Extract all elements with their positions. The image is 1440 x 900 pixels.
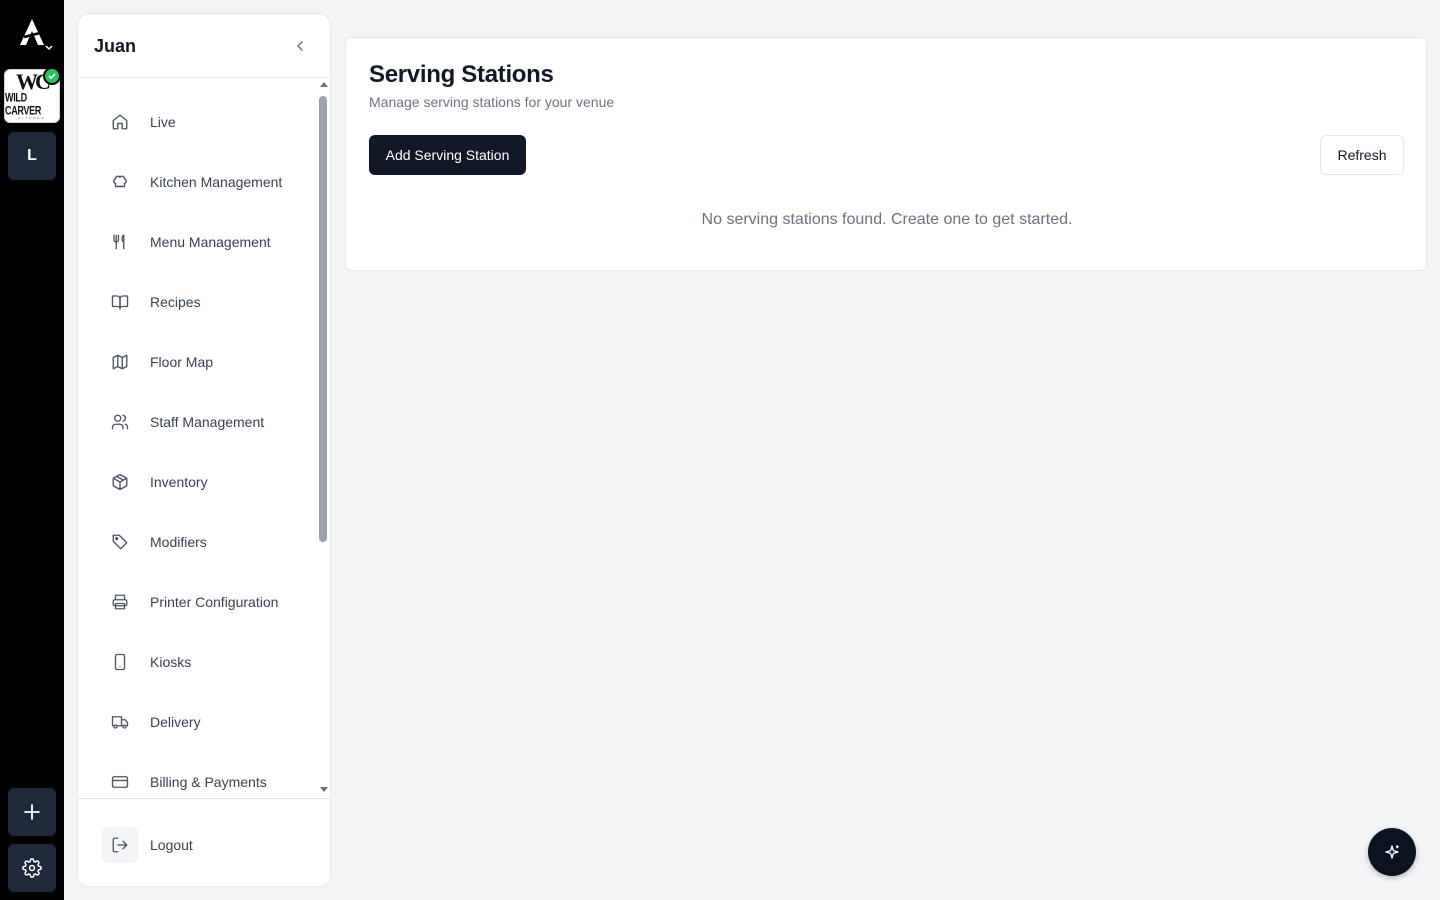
book-open-icon bbox=[102, 284, 138, 320]
refresh-button[interactable]: Refresh bbox=[1320, 135, 1404, 175]
empty-state-message: No serving stations found. Create one to… bbox=[701, 211, 1073, 228]
printer-icon bbox=[102, 584, 138, 620]
venue-switcher-l[interactable]: L bbox=[8, 132, 56, 180]
sidebar-item-label: Billing & Payments bbox=[150, 774, 267, 790]
sidebar-item-recipes[interactable]: Recipes bbox=[102, 280, 314, 324]
chevron-left-icon bbox=[296, 41, 303, 51]
home-icon bbox=[102, 104, 138, 140]
sidebar-item-label: Delivery bbox=[150, 714, 201, 730]
sidebar-item-label: Floor Map bbox=[150, 354, 214, 370]
venue-name: WILD CARVER bbox=[5, 91, 42, 117]
map-icon bbox=[102, 344, 138, 380]
logout-button[interactable]: Logout bbox=[102, 827, 302, 863]
serving-stations-card: Serving Stations Manage serving stations… bbox=[345, 37, 1427, 271]
sidebar-item-label: Menu Management bbox=[150, 234, 271, 250]
tablet-icon bbox=[102, 644, 138, 680]
sidebar-title: Juan bbox=[94, 36, 137, 56]
scroll-down-arrow-icon[interactable] bbox=[320, 787, 328, 792]
ai-assistant-button[interactable] bbox=[1368, 828, 1416, 876]
sidebar-item-delivery[interactable]: Delivery bbox=[102, 700, 314, 744]
plus-icon bbox=[24, 804, 40, 820]
scrollbar-thumb[interactable] bbox=[319, 96, 327, 542]
app-logo[interactable] bbox=[12, 12, 53, 52]
sidebar-item-label: Kitchen Management bbox=[150, 174, 283, 190]
sidebar: Juan Live Kitchen Management Menu Manage… bbox=[77, 13, 331, 887]
sidebar-header: Juan bbox=[78, 14, 330, 78]
sidebar-item-floor-map[interactable]: Floor Map bbox=[102, 340, 314, 384]
logout-label: Logout bbox=[150, 837, 193, 853]
sidebar-scrollbar[interactable] bbox=[316, 78, 330, 798]
gear-icon bbox=[22, 858, 42, 878]
add-venue-button[interactable] bbox=[8, 788, 56, 836]
sparkles-icon bbox=[1385, 845, 1399, 859]
utensils-icon bbox=[102, 224, 138, 260]
sidebar-item-label: Inventory bbox=[150, 474, 208, 490]
sidebar-item-label: Modifiers bbox=[150, 534, 207, 550]
sidebar-footer: Logout bbox=[78, 798, 330, 886]
page-subtitle: Manage serving stations for your venue bbox=[369, 94, 615, 110]
sidebar-item-label: Live bbox=[150, 114, 176, 130]
sidebar-item-staff-management[interactable]: Staff Management bbox=[102, 400, 314, 444]
sidebar-item-label: Recipes bbox=[150, 294, 201, 310]
tag-icon bbox=[102, 524, 138, 560]
brand-a-icon bbox=[20, 19, 44, 45]
check-icon bbox=[43, 67, 61, 85]
credit-card-icon bbox=[102, 764, 138, 798]
settings-button[interactable] bbox=[8, 844, 56, 892]
sidebar-item-label: Printer Configuration bbox=[150, 594, 279, 610]
sidebar-item-modifiers[interactable]: Modifiers bbox=[102, 520, 314, 564]
sidebar-item-label: Kiosks bbox=[150, 654, 192, 670]
sidebar-item-printer-configuration[interactable]: Printer Configuration bbox=[102, 580, 314, 624]
users-icon bbox=[102, 404, 138, 440]
add-serving-station-button[interactable]: Add Serving Station bbox=[369, 135, 526, 175]
sidebar-nav: Live Kitchen Management Menu Management … bbox=[78, 78, 330, 798]
sidebar-item-live[interactable]: Live bbox=[102, 100, 314, 144]
sidebar-item-kitchen-management[interactable]: Kitchen Management bbox=[102, 160, 314, 204]
page-title: Serving Stations bbox=[369, 61, 554, 88]
package-icon bbox=[102, 464, 138, 500]
scroll-up-arrow-icon[interactable] bbox=[320, 82, 328, 87]
sidebar-item-menu-management[interactable]: Menu Management bbox=[102, 220, 314, 264]
collapse-sidebar-button[interactable] bbox=[290, 36, 310, 56]
truck-icon bbox=[102, 704, 138, 740]
sidebar-item-inventory[interactable]: Inventory bbox=[102, 460, 314, 504]
chevron-down-icon bbox=[45, 45, 53, 51]
chef-hat-icon bbox=[102, 164, 138, 200]
app-rail: WC WILD CARVER KITCHEN L bbox=[0, 0, 64, 900]
logout-icon bbox=[102, 827, 138, 863]
sidebar-item-billing-payments[interactable]: Billing & Payments bbox=[102, 760, 314, 798]
sidebar-item-label: Staff Management bbox=[150, 414, 265, 430]
sidebar-item-kiosks[interactable]: Kiosks bbox=[102, 640, 314, 684]
